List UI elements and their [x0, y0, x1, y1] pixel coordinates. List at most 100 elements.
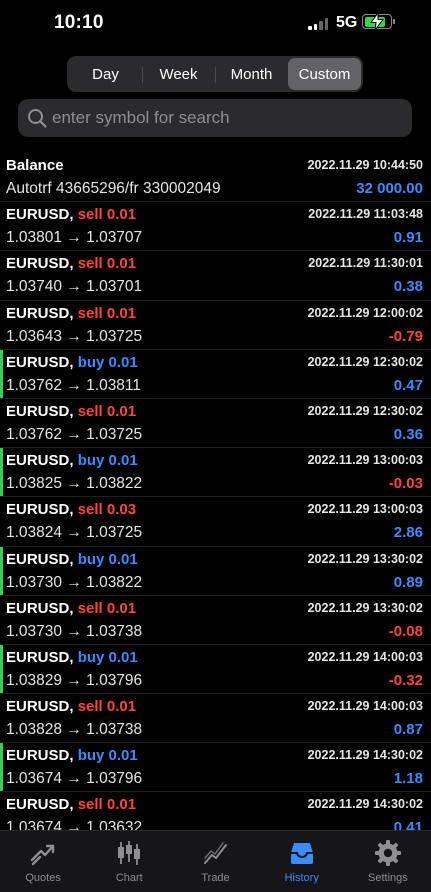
deal-symbol: EURUSD, — [6, 747, 74, 765]
deal-profit: 0.91 — [393, 229, 423, 247]
deal-symbol: EURUSD, — [6, 698, 74, 716]
tab-chart-label: Chart — [115, 872, 143, 884]
chart-icon — [118, 841, 141, 865]
deal-side-volume: sell 0.01 — [77, 255, 137, 273]
tab-settings-label: Settings — [368, 872, 408, 884]
search-input[interactable] — [52, 108, 392, 128]
deal-prices: 1.03643 → 1.03725 — [6, 327, 143, 345]
deal-symbol: EURUSD, — [6, 402, 74, 420]
charging-bolt-icon — [370, 13, 384, 30]
tab-trade-label: Trade — [201, 872, 230, 884]
deal-prices: 1.03730 → 1.03738 — [6, 622, 143, 640]
deal-symbol-line: EURUSD, sell 0.01 — [6, 206, 136, 223]
tab-history-label: History — [284, 872, 319, 884]
trade-icon — [203, 842, 227, 864]
status-bar: 10:10 5G — [0, 0, 431, 48]
deal-time: 2022.11.29 11:30:01 — [308, 256, 423, 271]
tab-chart[interactable]: Chart — [86, 831, 172, 892]
deal-prices: 1.03730 → 1.03822 — [6, 573, 143, 591]
deal-time: 2022.11.29 14:30:02 — [307, 748, 423, 763]
deal-prices: 1.03674 → 1.03796 — [6, 770, 143, 788]
deal-symbol-line: EURUSD, buy 0.01 — [6, 551, 138, 568]
deal-type-accent — [0, 202, 3, 250]
tab-quotes[interactable]: Quotes — [0, 831, 86, 892]
bottom-tab-bar: Quotes Chart Trade History Settings — [0, 830, 431, 892]
deal-time: 2022.11.29 12:00:02 — [307, 305, 423, 320]
deal-symbol: EURUSD, — [6, 599, 74, 617]
balance-row[interactable]: Balance Autotrf 43665296/fr 330002049 20… — [0, 153, 431, 203]
period-segmented-control: Day Week Month Custom — [67, 56, 363, 92]
period-tab-month[interactable]: Month — [215, 58, 288, 90]
gear-icon — [374, 840, 401, 866]
search-bar[interactable] — [18, 99, 412, 137]
deal-symbol-line: EURUSD, sell 0.01 — [6, 796, 136, 813]
deal-type-accent — [0, 743, 3, 792]
deal-prices: 1.03674 → 1.03632 — [6, 819, 143, 830]
deal-prices: 1.03824 → 1.03725 — [6, 524, 143, 542]
deal-type-accent — [0, 251, 3, 299]
deal-row[interactable]: EURUSD, buy 0.01 1.03674 → 1.03796 2022.11… — [0, 743, 431, 793]
deal-side-volume: sell 0.03 — [77, 501, 137, 519]
deal-row[interactable]: EURUSD, sell 0.01 1.03730 → 1.03738 2022.1… — [0, 596, 431, 645]
period-tab-day[interactable]: Day — [69, 58, 142, 90]
deal-profit: -0.08 — [388, 622, 423, 640]
deal-symbol: EURUSD, — [6, 648, 74, 666]
deal-prices: 1.03762 → 1.03725 — [6, 425, 143, 443]
deal-type-accent — [0, 546, 3, 595]
deal-type-accent — [0, 497, 3, 545]
cellular-signal-icon — [308, 18, 330, 30]
deal-time: 2022.11.29 13:30:02 — [307, 551, 423, 566]
history-list[interactable]: Balance Autotrf 43665296/fr 330002049 20… — [0, 153, 431, 830]
deal-row[interactable]: EURUSD, sell 0.01 1.03801 → 1.03707 2022.1… — [0, 202, 431, 252]
balance-time: 2022.11.29 10:44:50 — [307, 158, 423, 172]
deal-symbol-line: EURUSD, sell 0.01 — [6, 600, 136, 617]
deal-type-accent — [0, 792, 3, 830]
deal-symbol-line: EURUSD, sell 0.01 — [6, 255, 136, 272]
period-tab-custom[interactable]: Custom — [288, 58, 361, 90]
deal-row[interactable]: EURUSD, sell 0.03 1.03824 → 1.03725 2022.1… — [0, 497, 431, 547]
deal-type-accent — [0, 448, 3, 497]
deal-row[interactable]: EURUSD, sell 0.01 1.03643 → 1.03725 2022.1… — [0, 301, 431, 350]
deal-symbol-line: EURUSD, sell 0.01 — [6, 305, 136, 322]
status-time: 10:10 — [54, 12, 104, 33]
deal-type-accent — [0, 644, 3, 694]
deal-profit: 0.38 — [393, 278, 423, 296]
deal-row[interactable]: EURUSD, buy 0.01 1.03829 → 1.03796 2022.11… — [0, 644, 431, 695]
deal-symbol-line: EURUSD, buy 0.01 — [6, 747, 138, 764]
deal-row[interactable]: EURUSD, sell 0.01 1.03762 → 1.03725 2022.1… — [0, 399, 431, 449]
deal-row[interactable]: EURUSD, sell 0.01 1.03674 → 1.03632 2022.1… — [0, 792, 431, 830]
deal-time: 2022.11.29 14:00:03 — [307, 649, 423, 664]
deal-prices: 1.03825 → 1.03822 — [6, 475, 143, 493]
network-type: 5G — [336, 14, 358, 31]
deal-symbol: EURUSD, — [6, 206, 74, 224]
search-icon — [28, 109, 47, 128]
tab-trade[interactable]: Trade — [172, 831, 258, 892]
deal-symbol: EURUSD, — [6, 501, 74, 519]
balance-amount: 32 000.00 — [356, 180, 423, 197]
deal-symbol-line: EURUSD, sell 0.03 — [6, 501, 136, 518]
deal-side-volume: sell 0.01 — [77, 599, 137, 617]
deal-time: 2022.11.29 13:00:03 — [307, 453, 423, 468]
deal-profit: 0.36 — [393, 425, 423, 443]
deal-row[interactable]: EURUSD, buy 0.01 1.03730 → 1.03822 2022.11… — [0, 546, 431, 596]
deal-type-accent — [0, 399, 3, 447]
deal-symbol-line: EURUSD, sell 0.01 — [6, 403, 136, 420]
deal-type-accent — [0, 694, 3, 742]
tab-settings[interactable]: Settings — [345, 831, 431, 892]
deal-symbol: EURUSD, — [6, 353, 74, 371]
quotes-icon — [30, 844, 55, 866]
deal-row[interactable]: EURUSD, sell 0.01 1.03828 → 1.03738 2022.1… — [0, 694, 431, 744]
deal-symbol: EURUSD, — [6, 550, 74, 568]
period-tab-week[interactable]: Week — [142, 58, 215, 90]
deal-time: 2022.11.29 12:30:02 — [307, 354, 423, 369]
deal-profit: 2.86 — [393, 524, 423, 542]
deal-row[interactable]: EURUSD, buy 0.01 1.03825 → 1.03822 2022.11… — [0, 448, 431, 498]
deal-profit: -0.03 — [388, 475, 423, 493]
deal-profit: 1.18 — [393, 770, 423, 788]
deal-profit: 0.87 — [393, 721, 423, 739]
deal-side-volume: sell 0.01 — [77, 402, 137, 420]
tab-history[interactable]: History — [259, 831, 345, 892]
deal-row[interactable]: EURUSD, buy 0.01 1.03762 → 1.03811 2022.11… — [0, 349, 431, 399]
battery-cap — [393, 19, 395, 24]
deal-row[interactable]: EURUSD, sell 0.01 1.03740 → 1.03701 2022.1… — [0, 251, 431, 301]
